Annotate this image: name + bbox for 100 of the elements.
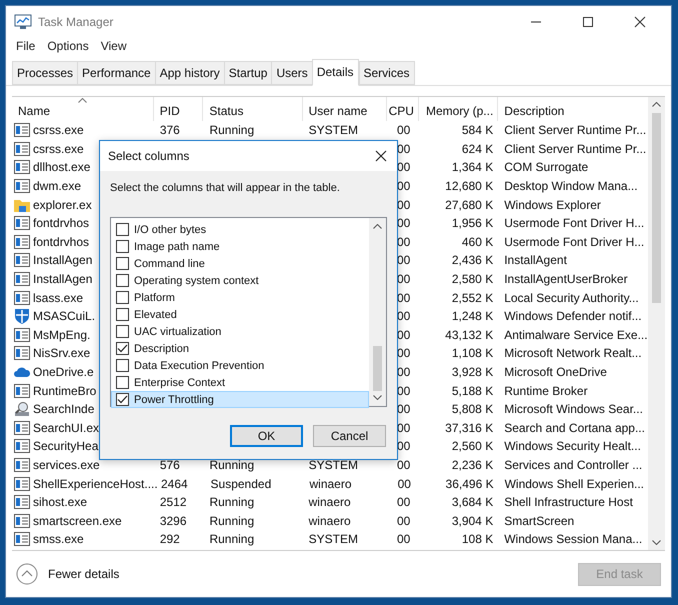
- dialog-button[interactable]: Cancel: [313, 425, 386, 447]
- checkbox[interactable]: [116, 376, 129, 389]
- app-window-icon: [14, 142, 30, 156]
- window-title: Task Manager: [38, 14, 114, 28]
- tab[interactable]: App history: [154, 61, 224, 85]
- tab[interactable]: Startup: [224, 61, 272, 85]
- column-header[interactable]: CPU: [388, 104, 414, 118]
- column-option[interactable]: Elevated: [111, 306, 369, 323]
- shield-icon: [14, 308, 30, 324]
- table-cell: Client Server Runtime Pr...: [504, 142, 646, 156]
- process-name: dllhost.exe: [33, 160, 90, 174]
- table-cell: winaero: [309, 476, 352, 491]
- table-cell: InstallAgent: [504, 253, 567, 268]
- process-name: fontdrvhos: [33, 234, 90, 249]
- scrollbar-thumb[interactable]: [652, 113, 661, 303]
- app-window-icon: [14, 123, 30, 138]
- table-cell: SYSTEM: [308, 123, 358, 138]
- process-name: services.exe: [33, 458, 100, 472]
- tab[interactable]: Processes: [12, 61, 78, 85]
- menu-item[interactable]: View: [100, 39, 126, 53]
- checkbox[interactable]: [116, 240, 129, 253]
- app-window-icon: [14, 458, 30, 472]
- dialog-button[interactable]: OK: [230, 425, 303, 447]
- table-cell: Windows Shell Experien...: [504, 476, 644, 491]
- dialog-title: Select columns: [108, 149, 190, 163]
- table-cell: 5,188 K: [452, 384, 494, 398]
- app-window-icon: [14, 476, 30, 491]
- column-option[interactable]: Power Throttling: [111, 391, 369, 408]
- column-header[interactable]: User name: [308, 104, 368, 118]
- table-cell: Suspended: [210, 476, 272, 491]
- checkbox[interactable]: [116, 291, 129, 304]
- checkbox[interactable]: [116, 393, 129, 406]
- checkbox[interactable]: [116, 274, 129, 287]
- process-name: SecurityHea: [33, 439, 98, 454]
- tab[interactable]: Details: [312, 59, 358, 86]
- process-name: NisSrv.exe: [33, 346, 90, 360]
- table-cell: 00: [398, 476, 411, 491]
- process-name: smartscreen.exe: [33, 514, 122, 528]
- table-cell: Services and Controller ...: [504, 458, 642, 472]
- column-option[interactable]: Description: [111, 340, 369, 357]
- table-cell: 3,904 K: [452, 514, 494, 528]
- collapse-icon[interactable]: [16, 563, 38, 585]
- fewer-details-link[interactable]: Fewer details: [48, 567, 120, 581]
- app-window-icon: [14, 384, 30, 398]
- table-cell: 1,248 K: [452, 309, 494, 324]
- scrollbar-thumb[interactable]: [373, 346, 382, 391]
- scroll-down-icon[interactable]: [373, 395, 382, 400]
- table-cell: 108 K: [462, 532, 494, 546]
- tab[interactable]: Performance: [77, 61, 155, 85]
- process-name: explorer.ex: [33, 198, 92, 212]
- app-window-icon: [14, 514, 30, 528]
- maximize-icon[interactable]: [582, 16, 594, 28]
- table-cell: Windows Session Mana...: [504, 532, 642, 546]
- table-cell: COM Surrogate: [504, 160, 588, 174]
- table-cell: Running: [209, 495, 254, 510]
- table-cell: Running: [209, 123, 254, 138]
- checkbox[interactable]: [116, 325, 129, 338]
- column-option[interactable]: UAC virtualization: [111, 323, 369, 340]
- scroll-up-icon[interactable]: [373, 224, 382, 229]
- table-cell: winaero: [308, 495, 351, 510]
- column-header[interactable]: Memory (p...: [426, 104, 494, 118]
- column-header[interactable]: Name: [18, 104, 50, 118]
- column-option[interactable]: Platform: [111, 289, 369, 306]
- app-window-icon: [14, 439, 30, 454]
- process-name: csrss.exe: [33, 142, 84, 156]
- column-header[interactable]: Status: [209, 104, 244, 118]
- app-window-icon: [14, 253, 30, 268]
- menu-item[interactable]: Options: [47, 39, 89, 53]
- scroll-down-icon[interactable]: [652, 540, 661, 545]
- close-icon[interactable]: [375, 150, 387, 162]
- scrollbar[interactable]: [369, 218, 386, 406]
- column-option[interactable]: I/O other bytes: [111, 221, 369, 238]
- checkbox[interactable]: [116, 257, 129, 270]
- scrollbar[interactable]: [648, 97, 665, 550]
- column-header[interactable]: Description: [504, 104, 564, 118]
- app-window-icon: [14, 272, 30, 286]
- app-window-icon: [14, 216, 30, 230]
- checkbox[interactable]: [116, 342, 129, 355]
- process-name: fontdrvhos: [33, 216, 90, 230]
- column-option[interactable]: Data Execution Prevention: [111, 357, 369, 374]
- menu-item[interactable]: File: [16, 39, 36, 53]
- table-cell: 576: [160, 458, 180, 472]
- app-window-icon: [14, 234, 30, 249]
- checkbox[interactable]: [116, 223, 129, 236]
- column-option[interactable]: Command line: [111, 255, 369, 272]
- checkbox[interactable]: [116, 308, 129, 321]
- tab[interactable]: Users: [271, 61, 312, 85]
- column-header[interactable]: PID: [160, 104, 180, 118]
- column-option[interactable]: Operating system context: [111, 272, 369, 289]
- column-option[interactable]: Image path name: [111, 238, 369, 255]
- table-cell: 1,364 K: [452, 160, 494, 174]
- table-cell: 3,684 K: [452, 495, 494, 510]
- close-icon[interactable]: [634, 16, 646, 28]
- column-option[interactable]: Enterprise Context: [111, 374, 369, 391]
- scroll-up-icon[interactable]: [652, 102, 661, 107]
- table-cell: 624 K: [462, 142, 494, 156]
- checkbox[interactable]: [116, 359, 129, 372]
- tab[interactable]: Services: [358, 61, 415, 85]
- table-cell: Running: [209, 514, 254, 528]
- table-cell: Shell Infrastructure Host: [504, 495, 633, 510]
